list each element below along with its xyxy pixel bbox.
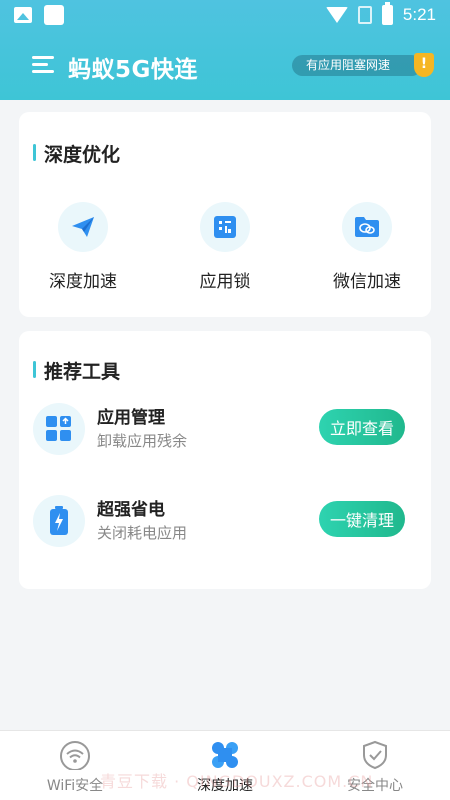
app-header: 5:21 蚂蚁5G快连 有应用阻塞网速 ! bbox=[0, 0, 450, 100]
tool-subtitle: 卸载应用残余 bbox=[97, 432, 188, 450]
gallery-notification-icon bbox=[14, 7, 32, 23]
app-lock-icon bbox=[200, 202, 250, 252]
paper-plane-icon bbox=[58, 202, 108, 252]
app-notification-icon bbox=[44, 5, 64, 25]
wifi-signal-icon bbox=[325, 7, 348, 23]
no-sim-icon bbox=[357, 6, 372, 24]
app-title: 蚂蚁5G快连 bbox=[68, 57, 198, 83]
view-now-button[interactable]: 立即查看 bbox=[319, 409, 405, 445]
warning-shield-icon[interactable]: ! bbox=[414, 53, 434, 77]
feature-label: 深度加速 bbox=[49, 272, 117, 292]
section-title-deep-optimize: 深度优化 bbox=[33, 140, 120, 167]
shield-check-icon bbox=[359, 739, 391, 771]
wechat-folder-icon bbox=[342, 202, 392, 252]
status-bar: 5:21 bbox=[0, 0, 450, 30]
watermark: 青豆下载 · QINGDOUXZ.COM.CN bbox=[100, 772, 374, 791]
battery-icon bbox=[381, 2, 393, 25]
recommended-tools-card: 推荐工具 应用管理 卸载应用残余 立即查看 超强省电 关闭耗电应用 一键清理 bbox=[19, 331, 431, 589]
feature-label: 应用锁 bbox=[199, 272, 251, 292]
tool-subtitle: 关闭耗电应用 bbox=[97, 524, 188, 542]
section-title-tools: 推荐工具 bbox=[33, 357, 120, 384]
status-time: 5:21 bbox=[402, 5, 436, 24]
tool-row-app-manage: 应用管理 卸载应用残余 立即查看 bbox=[33, 403, 417, 459]
tool-name: 应用管理 bbox=[97, 408, 165, 428]
battery-saver-icon bbox=[33, 495, 85, 547]
blocked-apps-notice[interactable]: 有应用阻塞网速 bbox=[292, 55, 422, 76]
feature-app-lock[interactable]: 应用锁 bbox=[165, 202, 285, 292]
tool-row-power-saver: 超强省电 关闭耗电应用 一键清理 bbox=[33, 495, 417, 551]
wifi-icon bbox=[59, 739, 91, 771]
feature-wechat-accelerate[interactable]: 微信加速 bbox=[307, 202, 427, 292]
feature-deep-accelerate[interactable]: 深度加速 bbox=[23, 202, 143, 292]
menu-icon[interactable] bbox=[32, 56, 54, 74]
clover-icon bbox=[209, 739, 241, 771]
deep-optimize-card: 深度优化 深度加速 应用锁 微信加速 bbox=[19, 112, 431, 317]
tool-name: 超强省电 bbox=[97, 500, 165, 520]
app-manage-icon bbox=[33, 403, 85, 455]
feature-label: 微信加速 bbox=[333, 272, 401, 292]
one-click-clean-button[interactable]: 一键清理 bbox=[319, 501, 405, 537]
